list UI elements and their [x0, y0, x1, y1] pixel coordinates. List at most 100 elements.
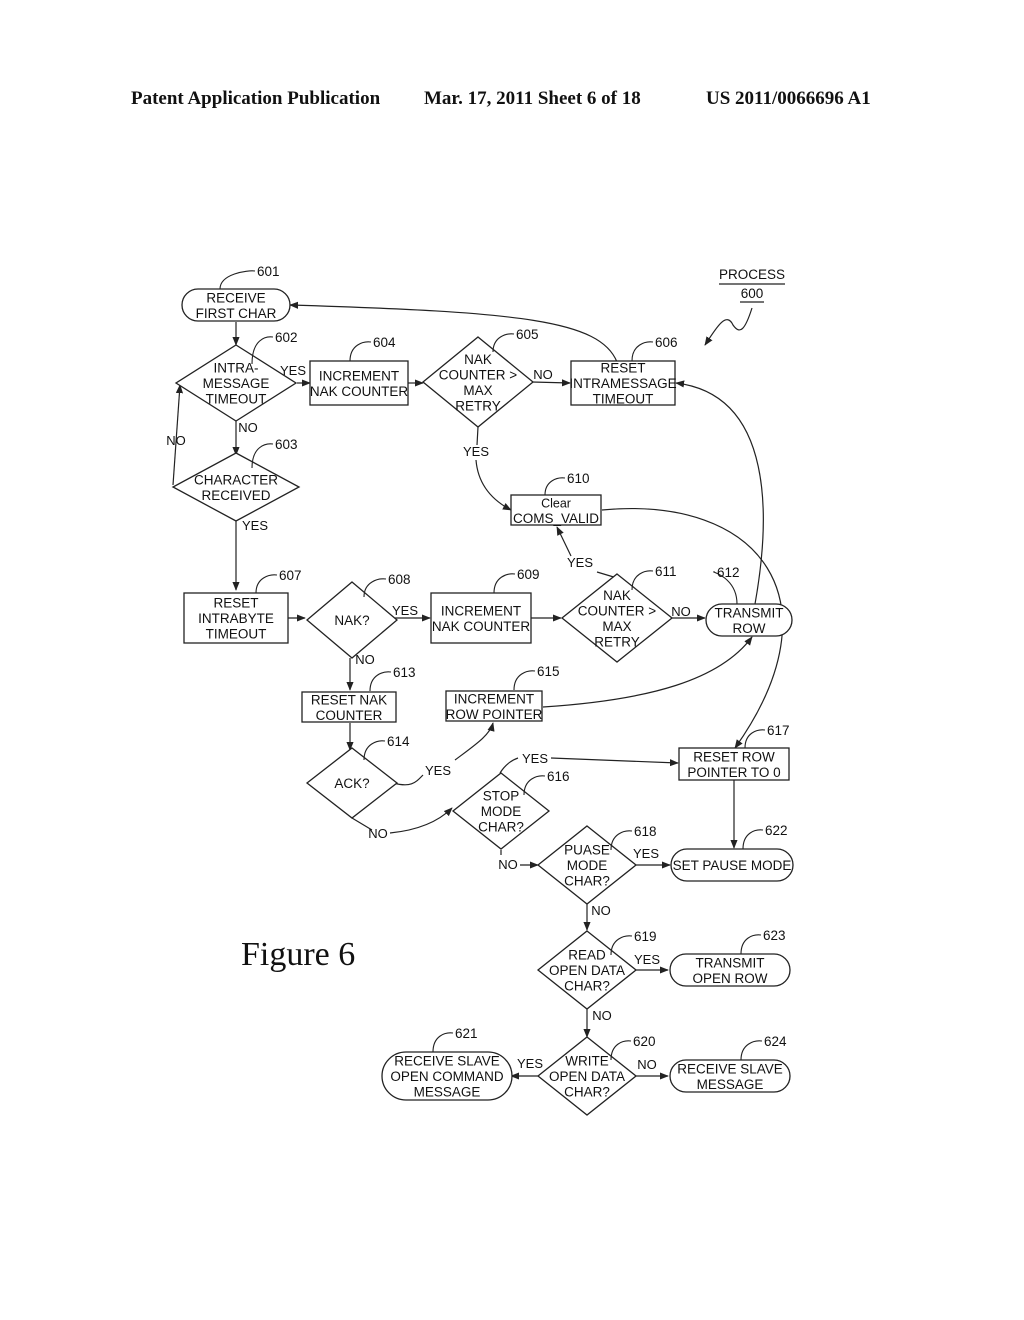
ref-leader-line — [513, 670, 536, 691]
ref-leader-line — [523, 775, 546, 796]
node-text-line: FIRST CHAR — [196, 306, 277, 321]
ref-leader-line — [544, 477, 566, 496]
node-622: SET PAUSE MODE 622 — [670, 823, 794, 882]
node-text-line: MESSAGE — [414, 1085, 481, 1100]
node-text-line: ROW — [733, 621, 766, 636]
node-618: PUASEMODECHAR? 618 — [536, 824, 657, 905]
edge-614-616 — [351, 808, 452, 834]
ref-numeral: 620 — [633, 1034, 656, 1049]
ref-numeral: 605 — [516, 327, 539, 342]
process-label: PROCESS 600 — [704, 267, 785, 346]
node-605: NAKCOUNTER >MAXRETRY 605 — [421, 327, 539, 428]
node-text-line: OPEN COMMAND — [390, 1069, 504, 1084]
node-602: INTRA-MESSAGETIMEOUT602 — [174, 330, 298, 422]
node-text-line: MODE — [481, 804, 522, 819]
ref-leader-line — [432, 1032, 454, 1053]
node-text-line: TIMEOUT — [206, 627, 267, 642]
ref-numeral: 616 — [547, 769, 570, 784]
node-text-line: NAK — [464, 352, 492, 367]
node-text-line: PUASE — [564, 843, 610, 858]
label-602-no: NO — [238, 420, 258, 435]
node-606: RESETINTRAMESSAGETIMEOUT 606 — [569, 335, 677, 407]
node-614: ACK? 614 — [305, 734, 410, 819]
ref-leader-line — [219, 270, 256, 290]
ref-numeral: 623 — [763, 928, 786, 943]
ref-leader-line — [610, 1040, 632, 1061]
ref-numeral: 601 — [257, 264, 280, 279]
node-612: TRANSMITROW 612 — [705, 565, 793, 637]
label-620-no: NO — [637, 1057, 657, 1072]
process-title: PROCESS — [719, 267, 785, 282]
ref-numeral: 611 — [655, 564, 677, 579]
node-text-line: STOP — [483, 789, 520, 804]
node-text-line: RECEIVE — [206, 290, 265, 305]
ref-numeral: 608 — [388, 572, 411, 587]
ref-numeral: 606 — [655, 335, 678, 350]
node-text-line: MAX — [602, 619, 631, 634]
edge-611-610 — [557, 527, 618, 579]
node-619: READOPEN DATACHAR? 619 — [536, 929, 657, 1010]
node-text-line: TRANSMIT — [715, 605, 784, 620]
label-616-yes: YES — [522, 751, 548, 766]
figure-label: Figure 6 — [241, 936, 355, 973]
node-613: RESET NAKCOUNTER 613 — [301, 665, 416, 723]
node-621: RECEIVE SLAVEOPEN COMMANDMESSAGE 621 — [381, 1026, 513, 1101]
node-text-line: Clear — [541, 496, 571, 510]
label-619-yes: YES — [634, 952, 660, 967]
node-text-line: ACK? — [334, 776, 369, 791]
node-text-line: RETRY — [455, 398, 501, 413]
label-603-no: NO — [166, 433, 186, 448]
label-603-yes: YES — [242, 518, 268, 533]
node-text-line: MESSAGE — [697, 1077, 764, 1092]
ref-numeral: 621 — [455, 1026, 478, 1041]
ref-numeral: 613 — [393, 665, 416, 680]
node-text-line: INCREMENT — [319, 368, 399, 383]
ref-leader-line — [744, 729, 766, 749]
label-611-no: NO — [671, 604, 691, 619]
node-610: ClearCOMS_VALID 610 — [510, 471, 602, 526]
node-text-line: COUNTER — [316, 708, 383, 723]
node-text-line: NAK COUNTER — [310, 384, 409, 399]
node-text-line: COMS_VALID — [513, 511, 599, 526]
ref-numeral: 622 — [765, 823, 788, 838]
node-text-line: WRITE — [565, 1054, 609, 1069]
ref-leader-line — [492, 333, 515, 353]
ref-numeral: 602 — [275, 330, 298, 345]
ref-numeral: 617 — [767, 723, 790, 738]
node-text-line: INTRABYTE — [198, 611, 274, 626]
node-615: INCREMENTROW POINTER 615 — [445, 664, 560, 722]
node-text-line: MAX — [463, 383, 492, 398]
node-616: STOPMODECHAR? 616 — [451, 769, 570, 850]
node-text-line: SET PAUSE MODE — [673, 858, 792, 873]
flowchart: YES NO NO YES NO YES YES NO NO YES YES N… — [166, 264, 794, 1116]
node-text-line: RESET — [213, 596, 258, 611]
node-text-line: RECEIVE SLAVE — [394, 1054, 500, 1069]
ref-numeral: 610 — [567, 471, 590, 486]
process-pointer-arrow — [704, 307, 753, 346]
node-text-line: RECEIVE SLAVE — [677, 1061, 783, 1076]
node-text-line: NAK COUNTER — [432, 619, 531, 634]
ref-leader-line — [740, 1040, 763, 1061]
edge-605-610 — [475, 426, 511, 510]
label-605-yes: YES — [463, 444, 489, 459]
ref-leader-line — [493, 573, 516, 594]
node-text-line: ROW POINTER — [446, 707, 543, 722]
node-624: RECEIVE SLAVEMESSAGE 624 — [669, 1034, 791, 1093]
node-607: RESETINTRABYTETIMEOUT 607 — [183, 568, 302, 644]
node-text-line: TIMEOUT — [593, 392, 654, 407]
ref-leader-line — [369, 671, 392, 692]
nodes: RECEIVEFIRST CHAR601INTRA-MESSAGETIMEOUT… — [171, 264, 794, 1116]
process-number: 600 — [741, 286, 764, 301]
label-618-yes: YES — [633, 846, 659, 861]
ref-numeral: 615 — [537, 664, 560, 679]
node-text-line: CHAR? — [564, 1085, 610, 1100]
label-608-no: NO — [355, 652, 375, 667]
node-609: INCREMENTNAK COUNTER 609 — [430, 567, 540, 644]
node-604: INCREMENTNAK COUNTER 604 — [309, 335, 409, 406]
node-617: RESET ROWPOINTER TO 0 617 — [678, 723, 790, 781]
node-text-line: TIMEOUT — [206, 392, 267, 407]
node-text-line: NAK — [603, 588, 631, 603]
node-623: TRANSMITOPEN ROW 623 — [669, 928, 791, 987]
ref-numeral: 619 — [634, 929, 657, 944]
ref-leader-line — [255, 574, 278, 594]
